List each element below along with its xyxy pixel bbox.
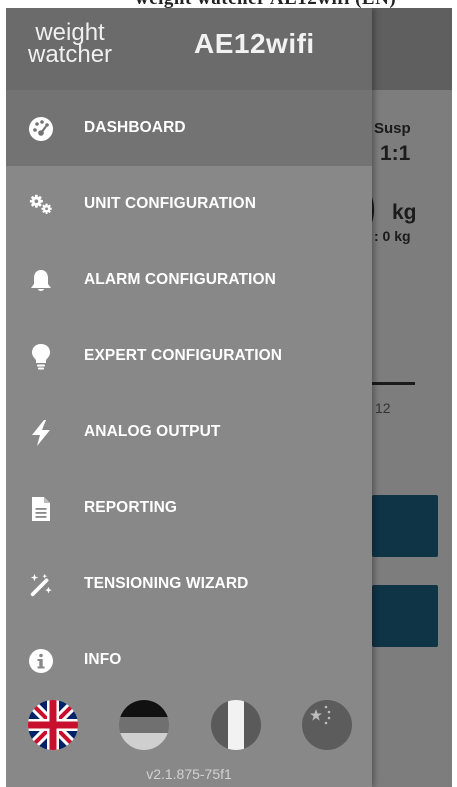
bell-icon	[28, 268, 54, 294]
phone-screen: Susp 1:1 ) kg : 0 kg l 12 weight watcher…	[6, 8, 452, 787]
document-icon	[28, 496, 54, 522]
menu-item-label: INFO	[84, 651, 122, 668]
background-action-button-2	[372, 585, 438, 647]
background-ratio: 1:1	[380, 142, 411, 165]
drawer-menu: DASHBOARD UNIT CONFIGURATION ALARM CONFI…	[6, 90, 372, 698]
background-unit: kg	[392, 201, 417, 224]
drawer-header: weight watcher AE12wifi	[6, 8, 372, 90]
menu-item-label: ALARM CONFIGURATION	[84, 271, 276, 288]
lightning-bolt-icon	[28, 420, 54, 446]
menu-item-label: TENSIONING WIZARD	[84, 575, 249, 592]
german-flag-icon[interactable]	[119, 700, 169, 750]
menu-item-label: EXPERT CONFIGURATION	[84, 347, 283, 364]
menu-item-unit-configuration[interactable]: UNIT CONFIGURATION	[6, 166, 372, 242]
logo-line-2: watcher	[28, 41, 113, 68]
top-caption: weight watcher AE12wifi (EN)	[0, 0, 457, 8]
cogs-icon	[28, 192, 54, 218]
menu-item-tensioning-wizard[interactable]: TENSIONING WIZARD	[6, 546, 372, 622]
background-action-button-1	[372, 495, 438, 557]
background-susp-label: Susp	[374, 120, 411, 137]
app-title: AE12wifi	[194, 28, 315, 59]
menu-item-expert-configuration[interactable]: EXPERT CONFIGURATION	[6, 318, 372, 394]
top-caption-text: weight watcher AE12wifi (EN)	[135, 0, 396, 8]
dashboard-gauge-icon	[28, 116, 54, 142]
language-selector: v2.1.875-75f1	[6, 680, 372, 787]
chinese-flag-icon[interactable]	[302, 700, 352, 750]
magic-wand-icon	[28, 572, 54, 598]
menu-item-analog-output[interactable]: ANALOG OUTPUT	[6, 394, 372, 470]
app-version: v2.1.875-75f1	[146, 766, 232, 782]
navigation-drawer: weight watcher AE12wifi DASHBOARD UNIT C…	[6, 8, 372, 787]
menu-item-reporting[interactable]: REPORTING	[6, 470, 372, 546]
menu-item-label: DASHBOARD	[84, 119, 186, 136]
italian-flag-icon[interactable]	[211, 700, 261, 750]
background-chart-line	[372, 382, 415, 385]
menu-item-label: UNIT CONFIGURATION	[84, 195, 256, 212]
menu-item-dashboard[interactable]: DASHBOARD	[6, 90, 372, 166]
menu-item-label: ANALOG OUTPUT	[84, 423, 221, 440]
info-icon	[28, 648, 54, 674]
lightbulb-icon	[28, 344, 54, 370]
menu-item-label: REPORTING	[84, 499, 178, 516]
english-flag-icon[interactable]	[28, 700, 78, 750]
weight-watcher-logo: weight watcher	[28, 21, 113, 68]
menu-item-alarm-configuration[interactable]: ALARM CONFIGURATION	[6, 242, 372, 318]
background-sub-value: : 0 kg	[374, 228, 411, 244]
